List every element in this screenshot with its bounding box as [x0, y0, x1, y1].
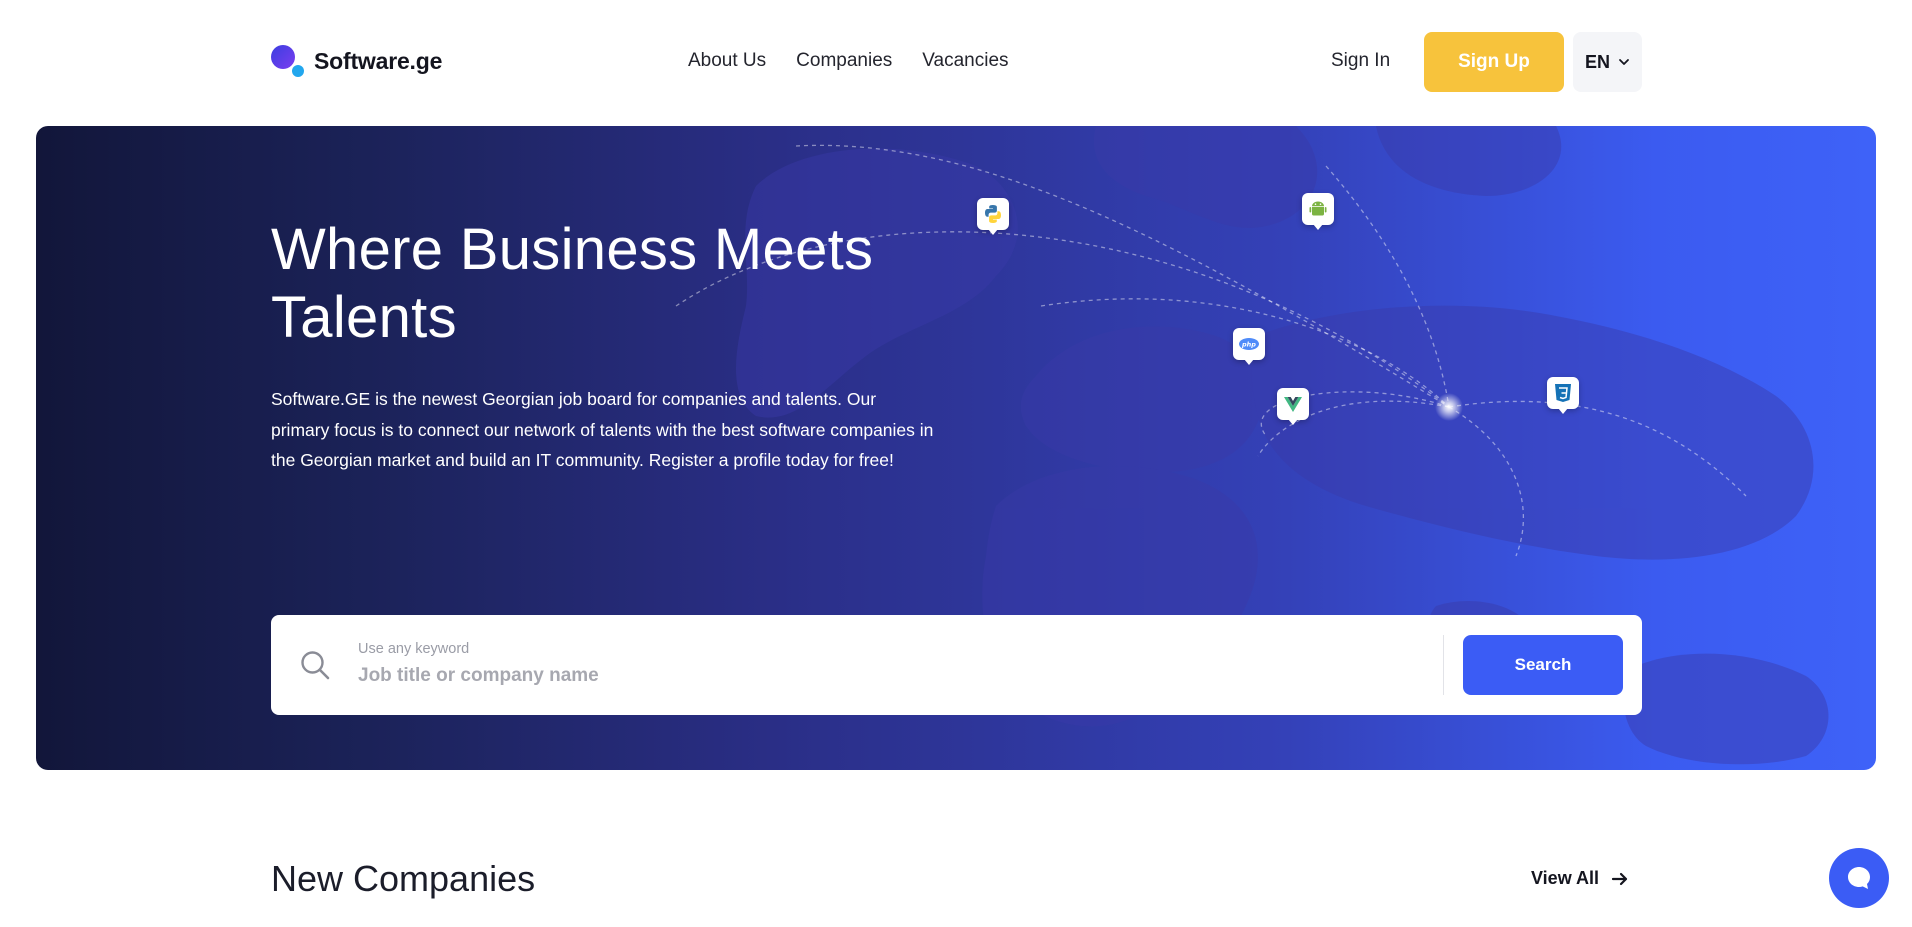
css3-icon	[1547, 377, 1579, 414]
chat-bubble-icon	[1848, 867, 1870, 889]
section-title-new-companies: New Companies	[271, 858, 536, 899]
hero-description: Software.GE is the newest Georgian job b…	[271, 389, 934, 470]
nav-item-companies[interactable]: Companies	[796, 48, 892, 74]
python-icon	[977, 198, 1009, 235]
android-icon	[1302, 193, 1334, 230]
php-icon: php	[1233, 328, 1265, 365]
logo-text: Software.ge	[314, 47, 443, 74]
language-code: EN	[1584, 51, 1610, 72]
chat-widget-button[interactable]	[1829, 848, 1889, 908]
search-hint-label: Use any keyword	[358, 641, 470, 657]
main-nav: About Us Companies Vacancies	[688, 48, 1009, 74]
vue-icon	[1277, 388, 1309, 425]
search-button[interactable]: Search	[1463, 635, 1623, 695]
logo-icon	[271, 43, 307, 79]
site-header: Software.ge About Us Companies Vacancies…	[0, 0, 1912, 126]
nav-item-vacancies[interactable]: Vacancies	[922, 48, 1008, 74]
language-selector[interactable]: EN	[1573, 32, 1642, 92]
search-icon	[301, 651, 330, 680]
svg-text:php: php	[1241, 341, 1256, 349]
chevron-down-icon	[1619, 59, 1629, 65]
view-all-link[interactable]: View All	[1531, 868, 1629, 889]
search-input[interactable]	[358, 661, 1358, 691]
view-all-label: View All	[1531, 868, 1600, 888]
search-divider	[1443, 635, 1444, 695]
site-logo[interactable]: Software.ge	[271, 43, 442, 79]
search-panel: Use any keyword Search	[271, 615, 1642, 715]
arrow-right-icon	[1611, 872, 1628, 885]
sign-up-button[interactable]: Sign Up	[1424, 32, 1564, 92]
hero-title: Where Business Meets Talents	[271, 217, 874, 350]
nav-item-about-us[interactable]: About Us	[688, 48, 766, 74]
hero-banner: Where Business Meets Talents Software.GE…	[36, 126, 1876, 770]
sign-in-link[interactable]: Sign In	[1331, 48, 1390, 74]
